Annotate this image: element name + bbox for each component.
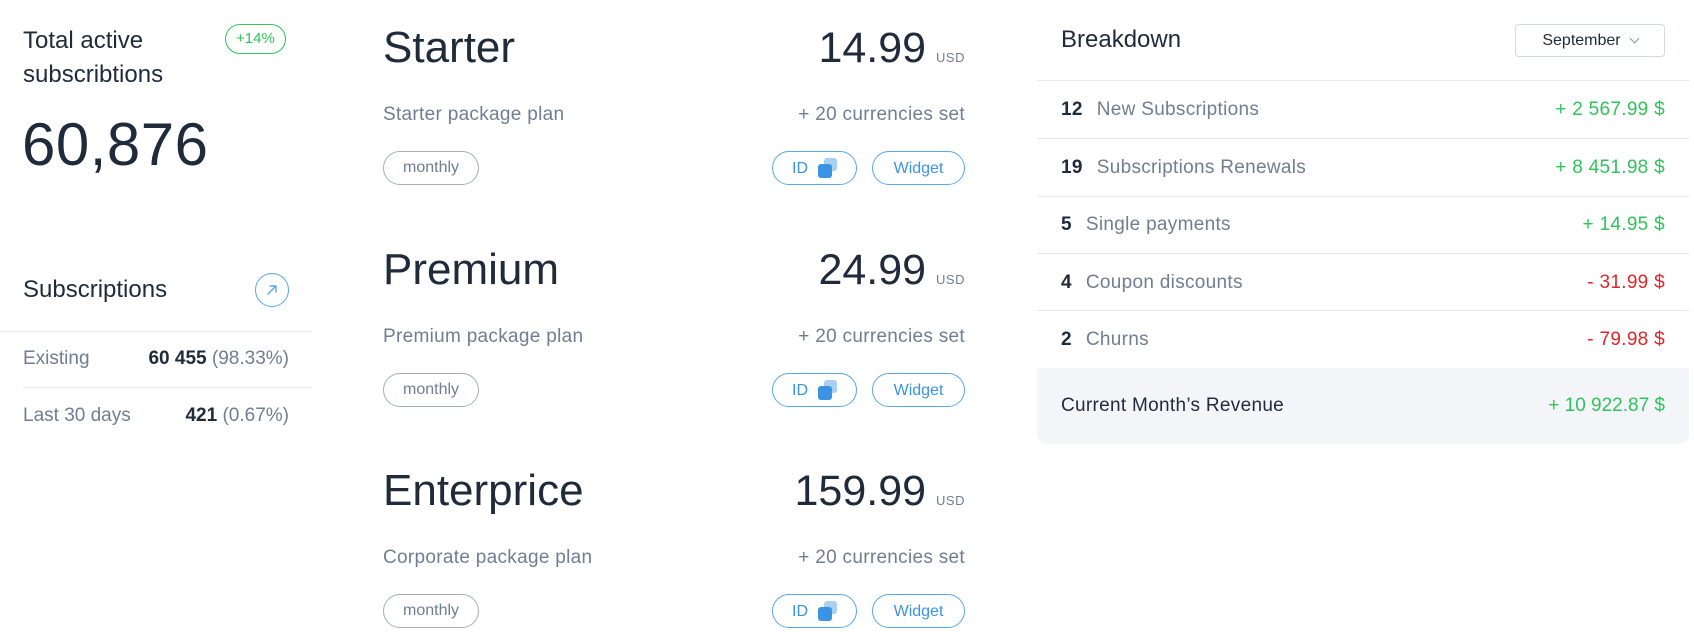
billing-period-tag: monthly (383, 594, 480, 628)
row-amount: + 14.95 $ (1582, 213, 1665, 235)
stat-value: 421 (0.67%) (185, 405, 289, 426)
plan-name: Enterprice (383, 466, 584, 515)
plan-card-premium: Premium Premium package plan 24.99 USD +… (383, 242, 965, 412)
currencies-set: + 20 currencies set (798, 547, 965, 568)
row-count: 5 (1061, 213, 1072, 235)
chevron-down-icon (1629, 33, 1640, 44)
plan-name: Starter (383, 23, 516, 72)
id-label: ID (792, 159, 808, 177)
breakdown-row: 2 Churns - 79.98 $ (1061, 311, 1665, 368)
plan-card-enterprice: Enterprice Corporate package plan 159.99… (383, 463, 965, 632)
row-count: 2 (1061, 328, 1072, 350)
month-select[interactable]: September (1515, 24, 1665, 57)
plan-description: Premium package plan (383, 326, 584, 347)
currencies-set: + 20 currencies set (798, 326, 965, 347)
price-currency: USD (936, 493, 965, 508)
copy-id-button[interactable]: ID (772, 594, 857, 628)
copy-icon (818, 380, 838, 400)
current-month-revenue: Current Month’s Revenue + 10 922.87 $ (1037, 368, 1689, 444)
currencies-set: + 20 currencies set (798, 104, 965, 125)
price-currency: USD (936, 50, 965, 65)
breakdown-row: 19 Subscriptions Renewals + 8 451.98 $ (1061, 139, 1665, 196)
subscriptions-open-button[interactable] (255, 273, 289, 307)
id-label: ID (792, 602, 808, 620)
arrow-up-right-icon (267, 285, 277, 295)
plan-card-starter: Starter Starter package plan 14.99 USD +… (383, 20, 965, 190)
billing-period-tag: monthly (383, 151, 480, 185)
row-label: New Subscriptions (1096, 98, 1260, 120)
stat-label: Last 30 days (23, 405, 131, 426)
total-active-title: Total active subscribtions (23, 27, 164, 88)
price-amount: 14.99 (818, 24, 927, 72)
row-label: Churns (1085, 328, 1149, 350)
price-amount: 24.99 (818, 246, 927, 294)
breakdown-row: 4 Coupon discounts - 31.99 $ (1061, 254, 1665, 311)
breakdown-row: 12 New Subscriptions + 2 567.99 $ (1061, 81, 1665, 138)
copy-id-button[interactable]: ID (772, 373, 857, 407)
widget-button[interactable]: Widget (872, 594, 965, 628)
row-label: Subscriptions Renewals (1096, 156, 1307, 178)
plan-description: Corporate package plan (383, 547, 593, 568)
row-count: 19 (1061, 156, 1083, 178)
billing-period-tag: monthly (383, 373, 480, 407)
copy-id-button[interactable]: ID (772, 151, 857, 185)
widget-button[interactable]: Widget (872, 373, 965, 407)
subscriptions-title: Subscriptions (23, 276, 168, 303)
id-label: ID (792, 381, 808, 399)
summary-panel: Total active subscribtions +14% 60,876 S… (0, 0, 312, 632)
breakdown-row: 5 Single payments + 14.95 $ (1061, 196, 1665, 253)
plan-price: 159.99 USD (795, 463, 965, 519)
price-currency: USD (936, 272, 965, 287)
growth-badge: +14% (225, 24, 286, 54)
stat-row-last-30-days: Last 30 days 421 (0.67%) (23, 388, 289, 444)
plan-price: 24.99 USD (818, 242, 965, 298)
copy-icon (818, 601, 838, 621)
row-count: 12 (1061, 98, 1083, 120)
breakdown-title: Breakdown (1061, 26, 1182, 53)
price-amount: 159.99 (794, 467, 927, 515)
revenue-amount: + 10 922.87 $ (1548, 395, 1665, 416)
plan-description: Starter package plan (383, 104, 565, 125)
row-label: Coupon discounts (1085, 271, 1243, 293)
widget-button[interactable]: Widget (872, 151, 965, 185)
plan-name: Premium (383, 245, 560, 294)
row-amount: + 2 567.99 $ (1555, 98, 1665, 120)
stat-label: Existing (23, 348, 90, 369)
row-amount: + 8 451.98 $ (1555, 156, 1665, 178)
month-select-value: September (1542, 31, 1621, 49)
stat-value: 60 455 (98.33%) (148, 348, 289, 369)
row-count: 4 (1061, 271, 1072, 293)
stat-row-existing: Existing 60 455 (98.33%) (23, 331, 289, 387)
copy-icon (818, 158, 838, 178)
revenue-label: Current Month’s Revenue (1061, 395, 1285, 416)
row-amount: - 31.99 $ (1587, 271, 1665, 293)
total-active-value: 60,876 (22, 111, 209, 178)
row-amount: - 79.98 $ (1587, 328, 1665, 350)
row-label: Single payments (1085, 213, 1231, 235)
plan-price: 14.99 USD (818, 20, 965, 76)
breakdown-panel: Breakdown September 12 New Subscriptions… (1037, 0, 1689, 450)
